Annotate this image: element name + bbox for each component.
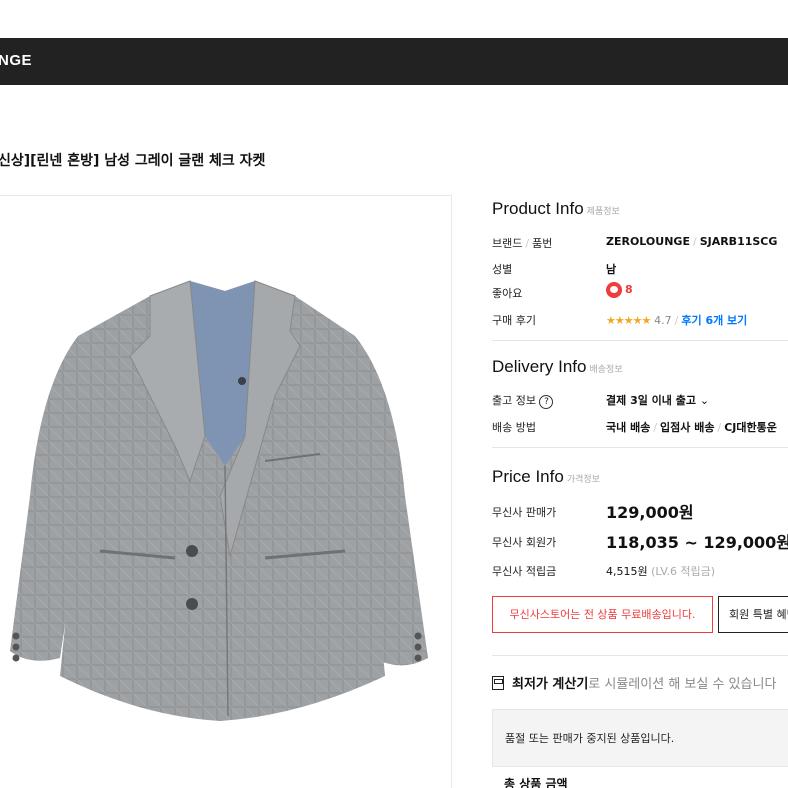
chevron-down-icon: ⌄: [699, 394, 710, 407]
member-price-value[interactable]: 118,035 ~ 129,000원 ⌄: [606, 529, 788, 553]
top-header-bar: NGE: [0, 38, 788, 85]
reviews-value: ★★★★★ 4.7/후기 6개 보기: [606, 314, 748, 327]
rating-stars: ★★★★★: [606, 314, 651, 327]
product-image-frame: [0, 195, 452, 788]
brand-logo[interactable]: NGE: [0, 52, 32, 69]
delivery-info-title: Delivery Info: [492, 357, 587, 376]
delivery-method-2: 입점사 배송: [660, 421, 715, 434]
likes-label: 좋아요: [492, 287, 523, 300]
price-info-heading: Price Info 가격정보: [492, 467, 600, 487]
soldout-notice: 품절 또는 판매가 중지된 상품입니다.: [492, 709, 788, 767]
calculator-description: 로 시뮬레이션 해 보실 수 있습니다: [588, 677, 777, 692]
sale-price-label: 무신사 판매가: [492, 506, 557, 519]
divider: [492, 655, 788, 656]
delivery-info-subtitle: 배송정보: [589, 365, 623, 375]
likes-value: 8: [606, 282, 633, 298]
calculator-icon: [492, 676, 504, 690]
price-calculator[interactable]: 최저가 계산기로 시뮬레이션 해 보실 수 있습니다: [492, 673, 776, 692]
reviews-label: 구매 후기: [492, 314, 536, 327]
product-jacket-image: [10, 280, 428, 721]
member-benefit-button[interactable]: 회원 특별 혜택: [718, 596, 788, 633]
member-price-label: 무신사 회원가: [492, 536, 557, 549]
gender-label: 성별: [492, 263, 513, 276]
shipping-value[interactable]: 결제 3일 이내 출고 ⌄: [606, 392, 709, 408]
divider: [492, 447, 788, 448]
delivery-method-3: CJ대한통운: [724, 421, 777, 434]
shipping-label: 출고 정보 ?: [492, 392, 554, 409]
product-info-heading: Product Info 제품정보: [492, 199, 620, 219]
free-shipping-banner: 무신사스토어는 전 상품 무료배송입니다.: [492, 596, 713, 633]
delivery-info-heading: Delivery Info 배송정보: [492, 357, 623, 377]
gender-value: 남: [606, 263, 617, 276]
total-price-strip: 총 상품 금액: [492, 773, 788, 788]
likes-count: 8: [625, 283, 633, 296]
brand-link[interactable]: ZEROLOUNGE: [606, 235, 690, 248]
shipping-label-text: 출고 정보: [492, 394, 536, 407]
heart-icon[interactable]: [606, 282, 622, 298]
shipping-value-text: 결제 3일 이내 출고: [606, 394, 696, 407]
price-info-subtitle: 가격정보: [566, 475, 600, 485]
product-info-subtitle: 제품정보: [586, 207, 620, 217]
reviews-link[interactable]: 후기 6개 보기: [681, 314, 747, 327]
sku-label-text: 품번: [532, 237, 553, 250]
sale-price-value: 129,000원: [606, 503, 694, 522]
total-price-label: 총 상품 금액: [504, 777, 568, 788]
brand-label: 브랜드 / 품번: [492, 237, 553, 250]
price-info-title: Price Info: [492, 467, 564, 486]
points-value: 4,515원 (LV.6 적립금): [606, 563, 715, 579]
product-title: 신상][린넨 혼방] 남성 그레이 글랜 체크 자켓: [0, 153, 266, 169]
points-label: 무신사 적립금: [492, 565, 557, 578]
sku-value: SJARB11SCG: [699, 235, 778, 248]
brand-value: ZEROLOUNGE / SJARB11SCG: [606, 235, 778, 248]
calculator-title: 최저가 계산기: [512, 677, 589, 692]
help-icon[interactable]: ?: [539, 395, 554, 409]
delivery-method-1: 국내 배송: [606, 421, 651, 434]
points-level: (LV.6 적립금): [651, 565, 716, 578]
soldout-text: 품절 또는 판매가 중지된 상품입니다.: [505, 732, 675, 745]
delivery-method-value: 국내 배송 / 입점사 배송 / CJ대한통운: [606, 421, 777, 434]
points-amount: 4,515원: [606, 565, 648, 578]
divider: [492, 340, 788, 341]
rating-score: 4.7: [654, 314, 672, 327]
product-info-title: Product Info: [492, 199, 584, 218]
delivery-method-label: 배송 방법: [492, 421, 536, 434]
member-price-text: 118,035 ~ 129,000원: [606, 533, 788, 552]
brand-label-text: 브랜드: [492, 237, 523, 250]
